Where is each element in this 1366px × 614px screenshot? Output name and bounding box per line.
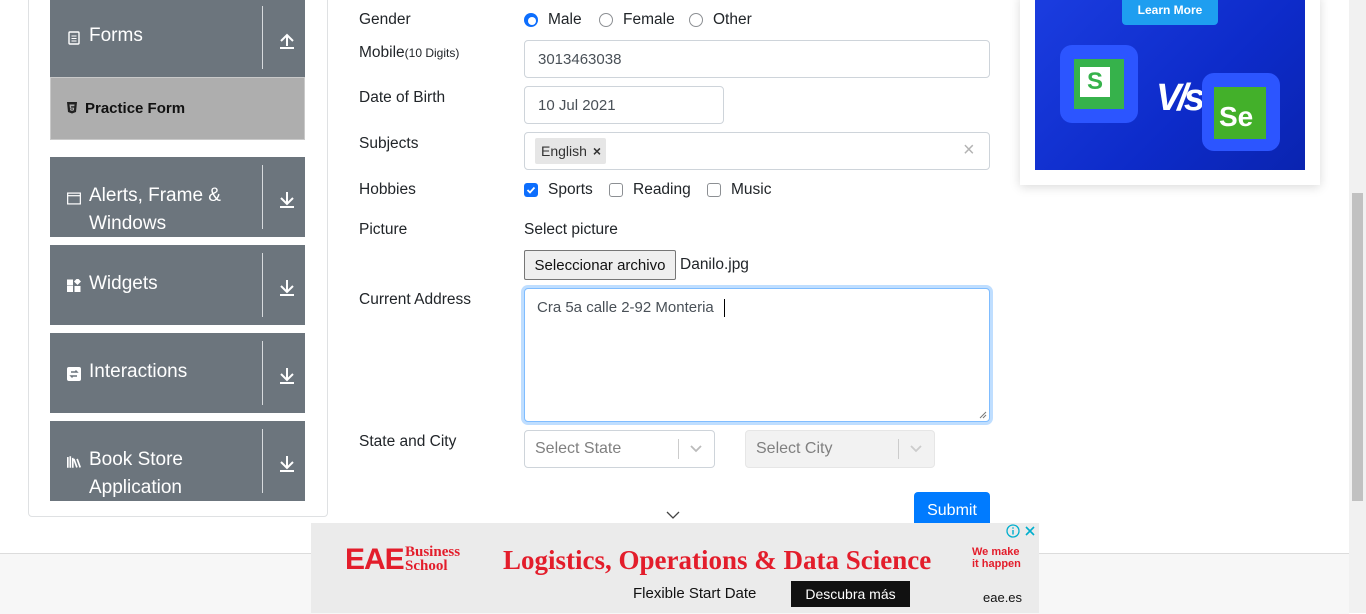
state-placeholder: Select State xyxy=(535,440,622,457)
top-ad[interactable]: Learn More S V/s Se xyxy=(1020,0,1320,185)
download-icon[interactable] xyxy=(277,365,297,387)
address-label: Current Address xyxy=(359,291,471,308)
address-value: Cra 5a calle 2-92 Monteria xyxy=(537,299,714,316)
state-select[interactable]: Select State xyxy=(524,430,715,468)
document-icon xyxy=(67,31,81,45)
sidebar-item-practice-form[interactable]: Practice Form xyxy=(50,77,305,140)
select-separator xyxy=(898,439,899,459)
eae-logo-school: School xyxy=(405,558,448,574)
ad-tagline-1: We make xyxy=(972,546,1020,558)
chevron-down-icon[interactable] xyxy=(689,444,703,454)
divider xyxy=(262,253,263,317)
clear-icon[interactable]: × xyxy=(963,139,975,162)
sidebar-group-interactions[interactable]: Interactions xyxy=(50,333,305,413)
mobile-input[interactable]: 3013463038 xyxy=(524,40,990,78)
subjects-input[interactable]: English × × xyxy=(524,132,990,170)
subjects-label: Subjects xyxy=(359,135,419,152)
sidebar-group-forms[interactable]: Forms xyxy=(50,0,305,77)
katalon-logo-icon: S xyxy=(1060,45,1138,123)
divider xyxy=(262,6,263,69)
subject-chip: English × xyxy=(535,138,607,164)
ad-close-icon[interactable] xyxy=(1023,524,1037,538)
katalon-logo-mark: S xyxy=(1074,59,1124,109)
state-city-label: State and City xyxy=(359,433,457,450)
gender-male-label[interactable]: Male xyxy=(548,11,582,29)
dob-label: Date of Birth xyxy=(359,89,446,106)
gender-other-label[interactable]: Other xyxy=(713,11,752,29)
sidebar-group-title: Interactions xyxy=(89,361,188,382)
katalon-logo-letter: S xyxy=(1080,67,1110,97)
sidebar-group-title: Forms xyxy=(89,25,143,46)
subject-chip-label: English xyxy=(541,143,587,159)
file-name: Danilo.jpg xyxy=(680,256,749,273)
chevron-down-icon[interactable] xyxy=(909,444,923,454)
mobile-label: Mobile(10 Digits) xyxy=(359,44,459,62)
widgets-icon xyxy=(67,279,81,293)
date-of-birth-input[interactable]: 10 Jul 2021 xyxy=(524,86,724,124)
sidebar-group-title: Book Store xyxy=(89,449,183,470)
hobby-reading-label[interactable]: Reading xyxy=(633,181,691,199)
sidebar-group-book-store[interactable]: Book Store Application xyxy=(50,421,305,501)
sidebar-group-title: Alerts, Frame & xyxy=(89,185,221,206)
city-placeholder: Select City xyxy=(756,440,833,457)
ad-headline: Logistics, Operations & Data Science xyxy=(503,545,932,575)
download-icon[interactable] xyxy=(277,277,297,299)
eae-logo: EAE xyxy=(345,543,405,576)
chevron-down-icon[interactable] xyxy=(666,511,680,520)
window-icon xyxy=(67,191,81,205)
gender-male-radio[interactable] xyxy=(524,13,538,27)
books-icon xyxy=(67,455,81,469)
sidebar-group-title-line2: Windows xyxy=(89,213,167,234)
ad-subline: Flexible Start Date xyxy=(633,585,757,602)
upload-icon[interactable] xyxy=(277,30,297,52)
text-cursor xyxy=(724,299,725,317)
select-picture-caption: Select picture xyxy=(524,221,618,238)
versus-text: V/s xyxy=(1156,77,1205,119)
divider xyxy=(262,341,263,405)
sidebar-group-alerts[interactable]: Alerts, Frame & Windows xyxy=(50,157,305,237)
download-icon[interactable] xyxy=(277,453,297,475)
gender-other-radio[interactable] xyxy=(689,13,703,27)
selenium-logo-text: Se xyxy=(1219,101,1254,132)
gender-female-radio[interactable] xyxy=(599,13,613,27)
resize-handle-icon[interactable] xyxy=(979,411,987,419)
download-icon[interactable] xyxy=(277,189,297,211)
select-separator xyxy=(678,439,679,459)
mobile-label-text: Mobile xyxy=(359,44,405,61)
ad-tagline-2: it happen xyxy=(972,558,1021,570)
ad-domain: eae.es xyxy=(983,590,1023,605)
selenium-logo-mark: Se xyxy=(1214,87,1266,139)
ad-info-icon[interactable] xyxy=(1006,524,1020,538)
mobile-hint: (10 Digits) xyxy=(404,46,460,60)
scrollbar-thumb[interactable] xyxy=(1352,193,1363,501)
city-select[interactable]: Select City xyxy=(745,430,935,468)
html5-icon xyxy=(66,101,78,117)
sidebar-group-widgets[interactable]: Widgets xyxy=(50,245,305,325)
gender-female-label[interactable]: Female xyxy=(623,11,675,29)
chip-remove-icon[interactable]: × xyxy=(593,143,606,159)
divider xyxy=(262,429,263,493)
sidebar-group-title-line2: Application xyxy=(89,477,182,498)
sidebar-item-label: Practice Form xyxy=(85,100,186,117)
dob-value: 10 Jul 2021 xyxy=(538,96,616,114)
sidebar-group-title: Widgets xyxy=(89,273,158,294)
bottom-ad[interactable]: EAE Business School Logistics, Operation… xyxy=(311,523,1039,613)
divider xyxy=(262,165,263,229)
hobbies-label: Hobbies xyxy=(359,181,416,198)
gender-label: Gender xyxy=(359,11,411,28)
hobby-sports-label[interactable]: Sports xyxy=(548,181,593,199)
mobile-value: 3013463038 xyxy=(538,50,622,68)
interactions-icon xyxy=(67,367,81,381)
choose-file-button[interactable]: Seleccionar archivo xyxy=(524,250,676,280)
hobby-sports-checkbox[interactable] xyxy=(524,183,538,197)
ad-cta-button[interactable]: Descubra más xyxy=(791,581,910,607)
learn-more-button[interactable]: Learn More xyxy=(1122,0,1218,25)
hobby-music-label[interactable]: Music xyxy=(731,181,771,199)
picture-label: Picture xyxy=(359,221,408,238)
current-address-textarea[interactable]: Cra 5a calle 2-92 Monteria xyxy=(524,288,990,422)
top-ad-banner[interactable]: Learn More S V/s Se xyxy=(1035,0,1305,170)
hobby-reading-checkbox[interactable] xyxy=(609,183,623,197)
selenium-logo-icon: Se xyxy=(1202,73,1280,151)
hobby-music-checkbox[interactable] xyxy=(707,183,721,197)
